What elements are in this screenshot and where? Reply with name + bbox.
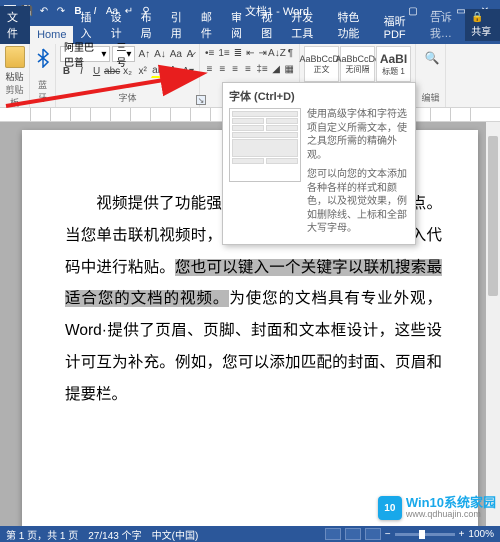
text-effects-icon[interactable]: A▾ — [181, 64, 195, 78]
show-marks-icon[interactable]: ¶ — [286, 46, 295, 60]
font-color-button[interactable]: A — [166, 64, 179, 78]
zoom-level[interactable]: 100% — [468, 529, 494, 540]
increase-indent-icon[interactable]: ⇥ — [258, 46, 268, 60]
tab-developer[interactable]: 开发工具 — [284, 6, 330, 44]
align-center-icon[interactable]: ≡ — [217, 62, 228, 76]
clipboard-group-label: 剪贴板 — [4, 83, 25, 110]
bluetooth-icon[interactable] — [34, 46, 52, 70]
redo-icon[interactable]: ↷ — [55, 5, 67, 17]
group-editing: 🔍 编辑 — [416, 44, 446, 107]
superscript-button[interactable]: x² — [136, 64, 149, 78]
font-group-label: 字体 — [60, 91, 195, 105]
undo-icon[interactable]: ↶ — [38, 5, 50, 17]
style-gallery[interactable]: AaBbCcDc 正文 AaBbCcDc 无间隔 AaBI 标题 1 — [304, 46, 411, 82]
bullets-icon[interactable]: •≡ — [204, 46, 215, 60]
zoom-in-icon[interactable]: + — [459, 529, 465, 540]
shading-icon[interactable]: ◢ — [271, 62, 282, 76]
font-size-combo[interactable]: 三号 ▾ — [112, 46, 135, 62]
tooltip-preview-image — [229, 108, 301, 182]
tooltip-title: 字体 (Ctrl+D) — [229, 88, 409, 104]
view-print-layout-icon[interactable] — [345, 528, 361, 540]
tab-references[interactable]: 引用 — [164, 6, 194, 44]
font-dialog-tooltip: 字体 (Ctrl+D) 使用高级字体和字符选项自定义所需文本，使之具您所需的精确… — [222, 82, 416, 245]
numbering-icon[interactable]: 1≡ — [217, 46, 230, 60]
borders-icon[interactable]: ▦ — [284, 62, 295, 76]
paste-label: 粘贴 — [5, 70, 23, 83]
vertical-scrollbar[interactable] — [486, 122, 500, 526]
zoom-slider[interactable] — [395, 533, 455, 536]
group-bluetooth: 蓝牙 — [30, 44, 56, 107]
style-normal[interactable]: AaBbCcDc 正文 — [304, 46, 339, 82]
tab-review[interactable]: 审阅 — [224, 6, 254, 44]
line-spacing-icon[interactable]: ‡≡ — [255, 62, 268, 76]
font-dialog-launcher[interactable]: ↘ — [196, 95, 206, 105]
grow-font-icon[interactable]: A↑ — [137, 47, 151, 61]
strikethrough-button[interactable]: abc — [105, 64, 119, 78]
tab-file[interactable]: 文件 — [0, 6, 30, 44]
sort-icon[interactable]: A↓Z — [270, 46, 284, 60]
font-name-combo[interactable]: 阿里巴巴普 ▾ — [60, 46, 110, 62]
highlight-button[interactable]: ab — [151, 64, 164, 78]
status-word-count[interactable]: 27/143 个字 — [88, 527, 141, 542]
italic-button[interactable]: I — [75, 64, 88, 78]
share-button[interactable]: 🔒 共享 — [465, 9, 500, 41]
text-run-2: 为使您的文档具有专业外观，Word·提供了页眉、页脚、封面和文本框设计，这些设计… — [65, 290, 442, 402]
tab-view[interactable]: 视图 — [254, 6, 284, 44]
paste-button[interactable]: 粘贴 — [4, 46, 25, 83]
subscript-button[interactable]: x₂ — [121, 64, 134, 78]
editing-group-label: 编辑 — [420, 91, 441, 105]
status-language[interactable]: 中文(中国) — [152, 527, 199, 542]
zoom-out-icon[interactable]: − — [385, 529, 391, 540]
paste-icon — [5, 46, 25, 68]
tab-layout[interactable]: 布局 — [134, 6, 164, 44]
status-page[interactable]: 第 1 页，共 1 页 — [6, 527, 78, 542]
tell-me[interactable]: 告诉我… — [423, 6, 465, 44]
tooltip-description: 使用高级字体和字符选项自定义所需文本，使之具您所需的精确外观。 您可以向您的文本… — [307, 108, 409, 236]
status-bar: 第 1 页，共 1 页 27/143 个字 中文(中国) − + 100% — [0, 526, 500, 542]
multilevel-icon[interactable]: ≣ — [233, 46, 243, 60]
group-clipboard: 粘贴 剪贴板 — [0, 44, 30, 107]
group-font: 阿里巴巴普 ▾ 三号 ▾ A↑ A↓ Aa A̷ B I U abc x₂ x²… — [56, 44, 200, 107]
style-no-spacing[interactable]: AaBbCcDc 无间隔 — [340, 46, 375, 82]
decrease-indent-icon[interactable]: ⇤ — [245, 46, 255, 60]
align-left-icon[interactable]: ≡ — [204, 62, 215, 76]
scrollbar-thumb[interactable] — [488, 136, 498, 296]
view-read-mode-icon[interactable] — [325, 528, 341, 540]
find-button[interactable]: 🔍 — [420, 46, 444, 70]
tab-special[interactable]: 特色功能 — [330, 6, 376, 44]
bold-button[interactable]: B — [60, 64, 73, 78]
tab-foxit-pdf[interactable]: 福昕PDF — [377, 10, 423, 44]
style-heading-1[interactable]: AaBI 标题 1 — [376, 46, 411, 82]
shrink-font-icon[interactable]: A↓ — [153, 47, 167, 61]
change-case-icon[interactable]: Aa — [169, 47, 183, 61]
clear-format-icon[interactable]: A̷ — [185, 47, 195, 61]
tab-mailings[interactable]: 邮件 — [194, 6, 224, 44]
align-right-icon[interactable]: ≡ — [230, 62, 241, 76]
bluetooth-group-label: 蓝牙 — [34, 78, 51, 105]
justify-icon[interactable]: ≡ — [242, 62, 253, 76]
view-web-layout-icon[interactable] — [365, 528, 381, 540]
underline-button[interactable]: U — [90, 64, 103, 78]
